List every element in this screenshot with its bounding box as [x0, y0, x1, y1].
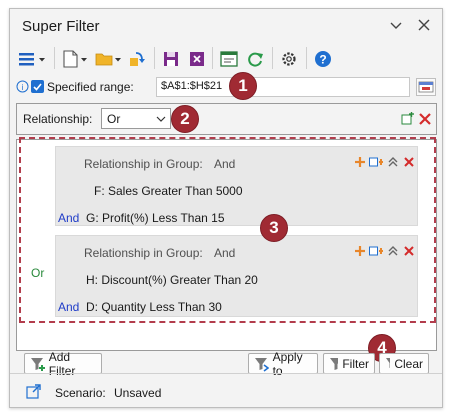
open-external-icon[interactable]	[26, 384, 42, 403]
toolbar: ?	[16, 47, 436, 73]
toolbar-divider	[306, 47, 307, 69]
relationship-panel: Relationship: Or	[16, 103, 437, 135]
title-bar: Super Filter	[10, 9, 442, 43]
info-icon: i	[16, 80, 29, 96]
clear-button[interactable]: Clear	[379, 353, 429, 374]
specified-range-row: i Specified range: $A$1:$H$21	[16, 77, 436, 97]
relationship-value: Or	[107, 112, 121, 126]
range-input[interactable]: $A$1:$H$21	[156, 77, 410, 97]
save-icon[interactable]	[160, 47, 182, 71]
apply-to-button[interactable]: Apply to	[248, 350, 318, 378]
status-divider	[10, 373, 442, 374]
callout-badge: 2	[171, 105, 199, 133]
super-filter-window: Super Filter ? i Specified range: $A$1:$…	[9, 8, 443, 408]
close-icon[interactable]	[414, 15, 434, 35]
filter-apply-icon	[255, 357, 269, 372]
specified-range-checkbox[interactable]	[31, 80, 44, 93]
svg-text:?: ?	[319, 53, 326, 67]
clear-filter-icon	[386, 357, 391, 368]
select-range-icon[interactable]	[416, 78, 436, 96]
highlight-frame	[19, 137, 436, 323]
relationship-label: Relationship:	[23, 112, 93, 126]
clear-label: Clear	[394, 356, 423, 371]
scenario-manager-icon[interactable]	[218, 47, 240, 71]
new-document-icon[interactable]	[60, 47, 90, 71]
status-bar: Scenario: Unsaved	[16, 381, 436, 401]
chevron-down-icon	[156, 116, 166, 122]
toolbar-divider	[154, 47, 155, 69]
relationship-select[interactable]: Or	[101, 108, 171, 129]
callout-badge: 1	[229, 72, 257, 100]
delete-all-icon[interactable]	[418, 112, 432, 129]
help-icon[interactable]: ?	[312, 47, 334, 71]
filter-add-icon	[31, 357, 45, 371]
scenario-label: Scenario:	[55, 386, 106, 400]
scenario-value: Unsaved	[114, 386, 162, 400]
toolbar-divider	[272, 47, 273, 69]
filter-label: Filter	[342, 356, 369, 371]
add-group-icon[interactable]	[401, 112, 415, 129]
specified-range-label: Specified range:	[47, 80, 134, 94]
delete-scenario-icon[interactable]	[186, 47, 208, 71]
svg-text:i: i	[22, 83, 24, 92]
filter-funnel-icon	[330, 357, 339, 370]
add-filter-button[interactable]: Add Filter	[24, 350, 102, 378]
toolbar-divider	[212, 47, 213, 69]
toolbar-divider	[54, 47, 55, 69]
filter-button[interactable]: Filter	[323, 353, 375, 374]
save-as-icon[interactable]	[126, 47, 148, 71]
refresh-icon[interactable]	[244, 47, 266, 71]
gear-icon[interactable]	[278, 47, 300, 71]
collapse-chevron-icon[interactable]	[386, 15, 406, 35]
window-title: Super Filter	[22, 18, 100, 35]
callout-badge: 3	[260, 214, 288, 242]
open-folder-icon[interactable]	[94, 47, 124, 71]
menu-list-icon[interactable]	[16, 47, 50, 71]
